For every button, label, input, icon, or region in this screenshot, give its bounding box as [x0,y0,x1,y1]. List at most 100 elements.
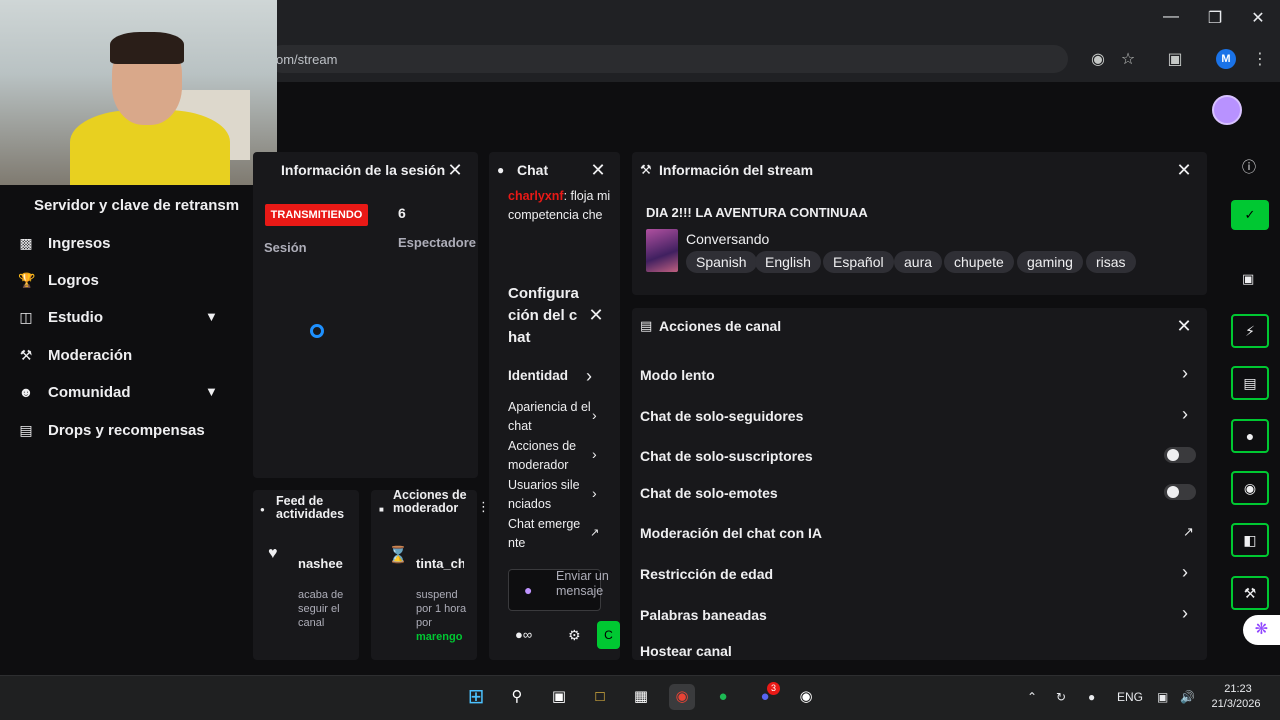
spotify-icon[interactable]: ● [710,684,736,710]
menu-dots-icon[interactable]: ⋮ [1250,50,1270,70]
tag-pill[interactable]: aura [894,251,943,273]
address-bar[interactable] [268,45,1068,73]
chevron-right-icon[interactable]: › [592,407,597,423]
sidebar-item-label: Drops y recompensas [48,421,205,439]
maximize-icon[interactable]: ❐ [1200,8,1230,28]
external-link-icon[interactable]: ↗ [590,526,599,539]
external-link-icon[interactable]: ↗ [1183,524,1194,540]
chevron-right-icon[interactable]: › [1182,404,1188,425]
action-age-restriction[interactable]: Restricción de edad [640,566,773,582]
chat-username[interactable]: charlyxnf [508,189,564,203]
microphone-tray-icon[interactable]: ● [1088,690,1095,704]
layout-quick-button[interactable]: ◧ [1231,523,1269,557]
profile-avatar[interactable]: M [1216,49,1236,69]
config-item-identidad[interactable]: Identidad [508,368,568,383]
chevron-right-icon[interactable]: › [586,366,592,387]
chat-send-button[interactable]: C [597,621,620,649]
check-quick-button[interactable]: ✓ [1231,200,1269,230]
more-dots-icon[interactable]: ⋮ [477,499,490,515]
studio-icon: ◫ [19,309,33,325]
lightning-quick-button[interactable]: ⚡ [1231,314,1269,348]
sidebar-item-moderacion[interactable]: ⚒ Moderación [18,343,132,367]
action-followers-only[interactable]: Chat de solo-seguidores [640,408,803,424]
action-ai-moderation[interactable]: Moderación del chat con IA [640,525,822,541]
bookmark-star-icon[interactable]: ☆ [1118,50,1138,70]
config-item-chat-emergente[interactable]: Chat emerge nte [508,515,594,553]
close-icon[interactable]: ✕ [590,161,606,179]
chevron-down-icon[interactable]: ▼ [205,309,221,325]
info-icon[interactable]: ⓘ [1242,157,1256,177]
mod-actions-title: Acciones de moderador [393,488,467,515]
clock-date[interactable]: 21/3/2026 [1206,698,1266,710]
extension-brain-icon[interactable]: ❋ [1243,615,1280,645]
tag-pill[interactable]: risas [1086,251,1136,273]
mod-by-user[interactable]: marengo [416,631,462,643]
network-icon[interactable]: ▣ [1157,690,1168,704]
minimize-icon[interactable]: — [1156,8,1186,26]
extensions-icon[interactable]: ▣ [1165,50,1185,70]
close-icon[interactable]: ✕ [588,306,604,324]
broadcast-quick-button[interactable]: ◉ [1231,471,1269,505]
action-banned-words[interactable]: Palabras baneadas [640,607,767,623]
notes-quick-button[interactable]: ▤ [1231,366,1269,400]
sidebar-item-label: Logros [48,271,99,289]
chevron-down-icon[interactable]: ▼ [205,384,221,400]
eye-icon[interactable]: ◉ [1088,50,1108,70]
bits-icon[interactable]: ●∞ [515,627,532,642]
windows-start-icon[interactable]: ⊞ [463,684,489,710]
close-icon[interactable]: ✕ [447,161,463,179]
chevron-right-icon[interactable]: › [1182,363,1188,384]
microphone-icon[interactable]: ● [524,582,532,598]
chat-panel-title: Chat [517,162,549,178]
screen-capture-icon[interactable]: ▣ [1242,271,1254,287]
close-window-icon[interactable]: ✕ [1243,8,1273,28]
close-icon[interactable]: ✕ [1176,317,1192,335]
close-icon[interactable]: ✕ [1176,161,1192,179]
config-item-acciones-moderador[interactable]: Acciones de moderador [508,437,594,475]
store-icon[interactable]: ▦ [628,684,654,710]
volume-icon[interactable]: 🔊 [1180,690,1195,704]
chevron-right-icon[interactable]: › [1182,562,1188,583]
tag-pill[interactable]: gaming [1017,251,1083,273]
file-explorer-icon[interactable]: □ [587,684,613,710]
settings-gear-icon[interactable]: ⚙ [568,627,581,644]
sync-icon[interactable]: ↻ [1056,690,1066,704]
wrench-quick-button[interactable]: ⚒ [1231,576,1269,610]
chevron-right-icon[interactable]: › [592,446,597,462]
sidebar-item-logros[interactable]: 🏆 Logros [18,268,99,292]
tray-chevron-icon[interactable]: ⌃ [1027,690,1037,704]
tag-pill[interactable]: Español [823,251,894,273]
chevron-right-icon[interactable]: › [1182,603,1188,624]
activity-user[interactable]: nashee [298,556,343,571]
chat-quick-button[interactable]: ● [1231,419,1269,453]
subs-only-toggle[interactable] [1164,447,1196,463]
mod-target-user[interactable]: tinta_ch [416,556,464,571]
sidebar-item-estudio[interactable]: ◫ Estudio [18,305,103,329]
emotes-only-toggle[interactable] [1164,484,1196,500]
search-icon[interactable]: ⚲ [504,684,530,710]
action-host-channel[interactable]: Hostear canal [640,643,732,659]
clock-time[interactable]: 21:23 [1210,683,1266,695]
tag-pill[interactable]: Spanish [686,251,757,273]
chevron-right-icon[interactable]: › [592,485,597,501]
language-indicator[interactable]: ENG [1117,690,1143,704]
chrome-icon[interactable]: ◉ [669,684,695,710]
sidebar-item-ingresos[interactable]: ▩ Ingresos [18,231,110,255]
obs-icon[interactable]: ◉ [793,684,819,710]
user-avatar[interactable] [1212,95,1242,125]
hourglass-icon: ⌛ [388,547,408,564]
stream-category[interactable]: Conversando [686,231,769,247]
action-slow-mode[interactable]: Modo lento [640,367,715,383]
config-item-usuarios-silenciados[interactable]: Usuarios sile nciados [508,476,594,514]
sidebar-item-comunidad[interactable]: ☻ Comunidad [18,380,131,404]
chat-config-title: Configura ción del c hat [508,285,579,346]
sidebar-item-drops[interactable]: ▤ Drops y recompensas [18,418,205,442]
chat-bubble-icon: ● [497,163,505,177]
url-text[interactable]: om/stream [276,52,337,67]
task-view-icon[interactable]: ▣ [546,684,572,710]
tag-pill[interactable]: English [755,251,821,273]
tag-pill[interactable]: chupete [944,251,1014,273]
category-thumbnail[interactable] [646,229,678,272]
config-item-apariencia[interactable]: Apariencia d el chat [508,398,594,436]
sidebar-item-stream-key[interactable]: Servidor y clave de retransm [34,197,239,214]
